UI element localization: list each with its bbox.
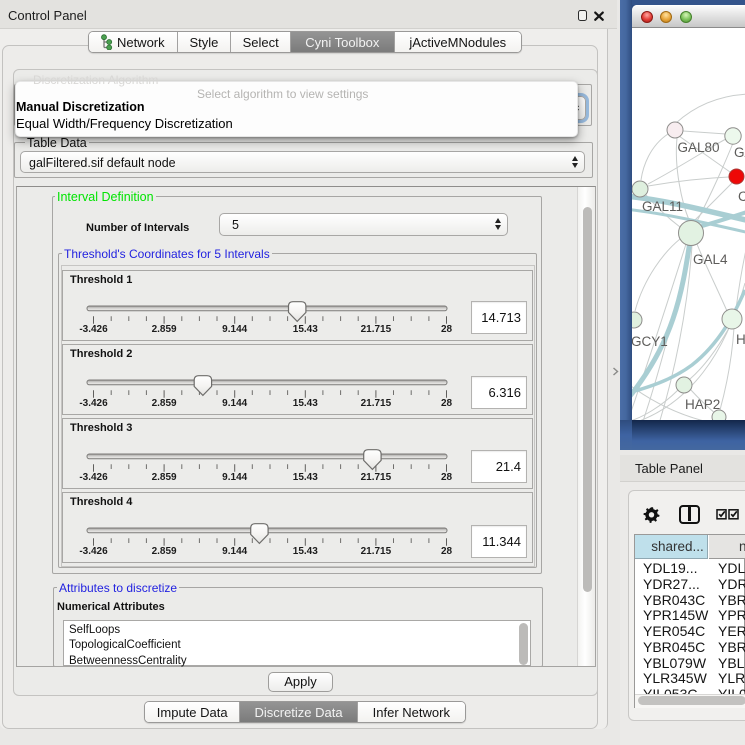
svg-text:HAP2: HAP2 <box>685 397 720 412</box>
svg-text:C: C <box>738 189 745 204</box>
svg-text:GCY1: GCY1 <box>632 334 668 349</box>
svg-text:GA: GA <box>734 145 745 160</box>
svg-text:GAL4: GAL4 <box>693 252 728 267</box>
svg-text:GAL11: GAL11 <box>642 199 683 214</box>
svg-text:GAL80: GAL80 <box>678 140 720 155</box>
svg-text:H: H <box>736 332 745 347</box>
